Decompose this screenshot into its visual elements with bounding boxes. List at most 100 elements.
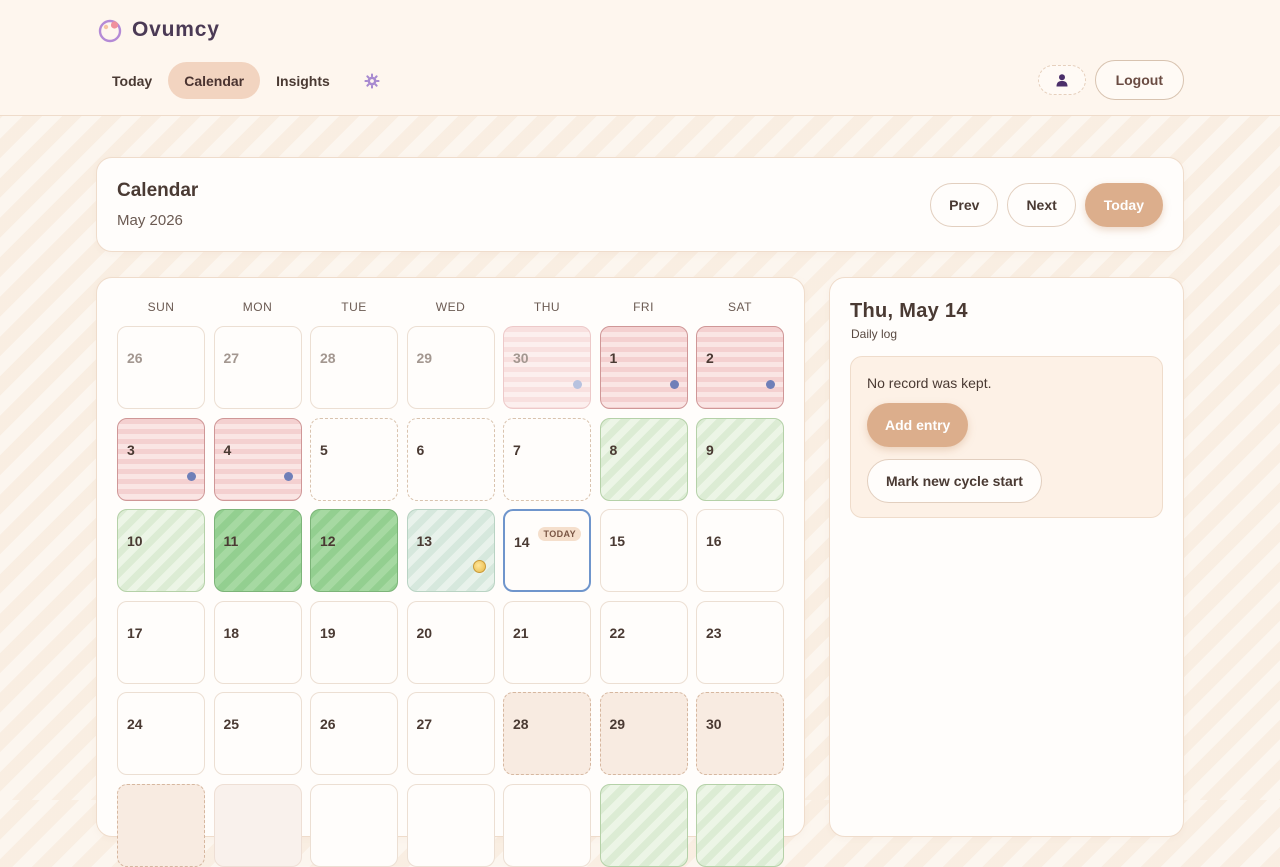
calendar-day[interactable]: 8 <box>599 417 688 501</box>
calendar-day[interactable]: 17 <box>117 600 205 684</box>
calendar-day[interactable]: 28 <box>503 692 591 775</box>
month-navigation: Prev Next Today <box>930 183 1163 227</box>
calendar-day[interactable]: 11 <box>213 509 302 592</box>
day-number: 26 <box>320 716 336 732</box>
calendar-day[interactable]: 29 <box>406 326 495 409</box>
entry-dot-icon <box>766 380 775 389</box>
day-number: 14 <box>514 534 530 550</box>
next-month-button[interactable]: Next <box>1007 183 1076 227</box>
gear-icon <box>364 73 380 88</box>
day-number: 24 <box>127 716 143 732</box>
day-number: 27 <box>223 350 240 366</box>
calendar-day[interactable]: 27 <box>213 326 302 409</box>
calendar-day[interactable]: 3 <box>117 417 205 501</box>
profile-button[interactable] <box>1037 65 1086 95</box>
calendar-grid: 26 27 28 29 30 1 2 3 4 5 6 7 8 9 10 11 12 13 14 TODAY 15 16 17… <box>117 326 784 867</box>
day-number: 10 <box>127 533 143 549</box>
main-nav: Today Calendar Insights <box>96 62 391 99</box>
calendar-day[interactable]: 30 <box>696 692 784 775</box>
today-badge: TODAY <box>538 527 581 541</box>
day-number: 11 <box>223 533 239 549</box>
calendar-day[interactable]: 13 <box>406 509 495 592</box>
daily-log-subtitle: Daily log <box>851 327 898 341</box>
calendar-day[interactable]: 2 <box>696 326 784 409</box>
day-number: 18 <box>223 624 240 641</box>
nav-calendar[interactable]: Calendar <box>168 62 261 99</box>
calendar-day[interactable]: 18 <box>213 600 302 684</box>
calendar-day[interactable]: 15 <box>599 509 688 592</box>
calendar-day[interactable]: 23 <box>696 600 784 684</box>
day-number: 23 <box>706 624 722 641</box>
calendar-day[interactable]: 26 <box>310 692 398 775</box>
calendar-day[interactable]: 24 <box>117 692 205 775</box>
nav-insights[interactable]: Insights <box>260 62 346 99</box>
app-logo-icon <box>98 19 122 43</box>
calendar-day[interactable]: 25 <box>213 692 302 775</box>
day-number: 30 <box>706 716 722 732</box>
day-number: 3 <box>127 441 135 458</box>
day-number: 4 <box>223 441 232 458</box>
calendar-day[interactable] <box>117 783 205 867</box>
day-number: 2 <box>706 350 714 366</box>
weekday-label: THU <box>533 300 561 314</box>
brand[interactable]: Ovumcy <box>96 16 220 44</box>
top-bar: Ovumcy Today Calendar Insights Logout <box>0 0 1280 116</box>
month-label: May 2026 <box>117 212 183 229</box>
calendar-day[interactable] <box>406 783 495 867</box>
nav-today[interactable]: Today <box>96 62 168 99</box>
calendar-day[interactable]: 20 <box>406 600 495 684</box>
ovulation-icon <box>472 560 486 573</box>
prev-month-button[interactable]: Prev <box>930 183 999 227</box>
weekday-header: SUN MON TUE WED THU FRI SAT <box>117 300 784 314</box>
calendar-day[interactable] <box>599 783 688 867</box>
calendar-day[interactable]: 7 <box>503 417 591 501</box>
calendar-day[interactable]: 6 <box>406 417 495 501</box>
day-number: 27 <box>416 716 433 732</box>
weekday-label: TUE <box>341 300 367 314</box>
weekday-label: SUN <box>147 300 175 314</box>
calendar-day[interactable]: 29 <box>599 692 688 775</box>
calendar-day[interactable] <box>696 783 784 867</box>
calendar-day[interactable]: 21 <box>503 600 591 684</box>
calendar-day[interactable] <box>213 783 302 867</box>
calendar-day[interactable]: 1 <box>599 326 688 409</box>
day-number: 13 <box>416 533 433 549</box>
calendar-day[interactable]: 10 <box>117 509 205 592</box>
day-number: 20 <box>416 624 433 641</box>
mark-cycle-start-button[interactable]: Mark new cycle start <box>867 459 1042 503</box>
day-number: 17 <box>127 624 143 641</box>
day-number: 28 <box>513 716 529 732</box>
calendar-day[interactable]: 9 <box>696 417 784 501</box>
calendar-day[interactable]: 16 <box>696 509 784 592</box>
calendar-day[interactable]: 4 <box>213 417 302 501</box>
calendar-day[interactable]: 5 <box>310 417 398 501</box>
calendar-day[interactable]: 12 <box>310 509 398 592</box>
entry-dot-icon <box>187 471 196 481</box>
weekday-label: MON <box>242 300 273 314</box>
calendar-card: SUN MON TUE WED THU FRI SAT 26 27 28 29 30 1 2… <box>96 277 805 867</box>
today-button[interactable]: Today <box>1084 183 1163 227</box>
day-number: 29 <box>416 350 433 366</box>
calendar-day[interactable]: 22 <box>599 600 688 684</box>
day-number: 22 <box>609 624 626 641</box>
weekday-label: SAT <box>728 300 752 314</box>
day-number: 1 <box>609 350 618 366</box>
account-controls: Logout <box>1037 60 1184 100</box>
calendar-day[interactable]: 30 <box>503 326 591 409</box>
daily-log-panel: No record was kept. Add entry Mark new c… <box>850 356 1163 518</box>
logout-button[interactable]: Logout <box>1094 60 1184 100</box>
add-entry-button[interactable]: Add entry <box>867 403 969 447</box>
day-number: 8 <box>609 441 618 458</box>
calendar-day[interactable] <box>310 783 398 867</box>
calendar-day-today[interactable]: 14 TODAY <box>503 509 591 592</box>
day-number: 7 <box>513 441 521 458</box>
day-number: 26 <box>127 350 143 366</box>
calendar-day[interactable]: 27 <box>406 692 495 775</box>
daily-log-card: Thu, May 14 Daily log No record was kept… <box>829 277 1184 837</box>
nav-settings[interactable] <box>354 62 391 99</box>
calendar-day[interactable]: 28 <box>310 326 398 409</box>
calendar-day[interactable]: 19 <box>310 600 398 684</box>
calendar-day[interactable]: 26 <box>117 326 205 409</box>
calendar-day[interactable] <box>503 783 591 867</box>
day-number: 25 <box>223 716 240 732</box>
